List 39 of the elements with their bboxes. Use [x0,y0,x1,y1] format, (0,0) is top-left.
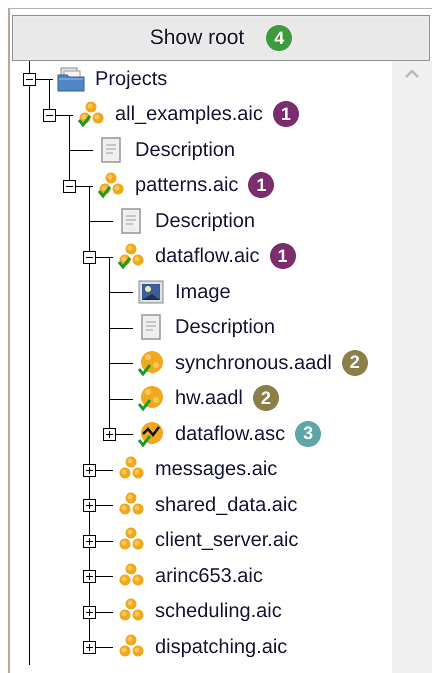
scrollbar[interactable] [392,61,432,673]
tree-item[interactable]: shared_data.aic [155,490,298,520]
folder-icon [57,64,85,93]
tree-item[interactable]: synchronous.aadl [175,348,332,378]
count-badge: 1 [272,101,299,128]
count-badge: 3 [295,420,322,447]
image-icon [137,278,165,306]
expand-button[interactable] [83,606,96,618]
expand-button[interactable] [83,641,96,654]
tree-item[interactable]: patterns.aic [135,170,238,200]
tree-item[interactable]: arinc653.aic [155,560,263,591]
tree-item[interactable]: Description [135,134,236,165]
tree-item[interactable]: Projects [95,64,168,94]
collapse-button[interactable] [83,250,96,264]
tree-item[interactable]: client_server.aic [155,525,298,556]
expand-button[interactable] [83,499,96,512]
show-root-button[interactable]: Show root 4 [12,15,430,61]
count-badge: 4 [266,25,292,51]
tree-item[interactable]: messages.aic [155,454,278,484]
count-badge: 1 [248,172,274,198]
count-badge: 2 [342,350,368,376]
tree-item[interactable]: Description [175,312,276,342]
tree-item[interactable]: dataflow.aic [155,241,260,272]
tree-item[interactable]: scheduling.aic [155,596,282,626]
count-badge: 2 [252,385,279,412]
expand-button[interactable] [83,464,96,476]
tree-item[interactable]: Description [155,206,256,236]
tree-item[interactable]: Image [175,276,231,307]
collapse-button[interactable] [43,108,56,122]
collapse-button[interactable] [63,180,76,192]
expand-button[interactable] [103,428,116,441]
expand-button[interactable] [83,534,96,548]
tree-item[interactable]: dataflow.asc [175,418,286,449]
tree-item[interactable]: all_examples.aic [115,99,263,130]
tree-item[interactable]: hw.aadl [175,383,243,414]
collapse-button[interactable] [23,73,36,86]
count-badge: 1 [270,243,296,270]
expand-button[interactable] [83,570,96,583]
tree-item[interactable]: dispatching.aic [155,632,288,662]
